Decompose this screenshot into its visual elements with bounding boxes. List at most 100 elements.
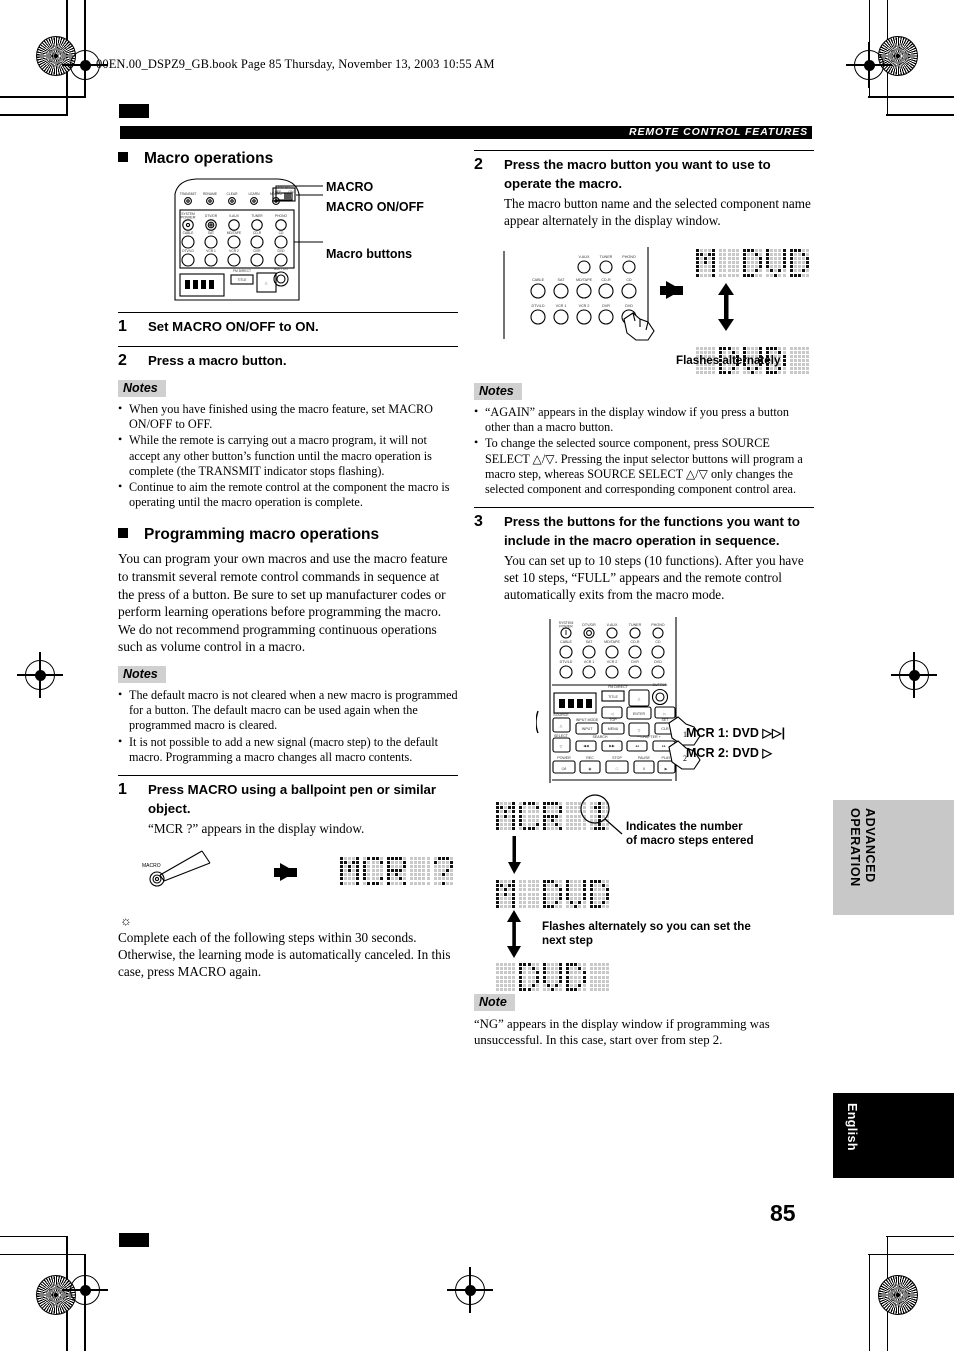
color-bar-top (119, 104, 149, 118)
color-bar-bottom (119, 1233, 149, 1247)
left-column: Macro operations TRANSMIT RENAME CLEAR L… (118, 150, 458, 980)
book-source-line: 00EN.00_DSPZ9_GB.book Page 85 Thursday, … (96, 57, 495, 71)
step-description: “MCR ?” appears in the display window. (148, 821, 365, 836)
step-number: 2 (474, 156, 483, 173)
callout-mcr2: MCR 2: DVD ▷ (686, 746, 773, 761)
svg-text:CABLE: CABLE (532, 278, 545, 282)
svg-text:▸▸: ▸▸ (662, 744, 666, 748)
crop-line-tr-h2 (886, 114, 954, 116)
lcd-char-D (542, 880, 563, 908)
note-paragraph: “NG” appears in the display window if pr… (474, 1017, 770, 1048)
svg-text:DTV/LD: DTV/LD (531, 304, 544, 308)
svg-text:VCR 2: VCR 2 (579, 304, 590, 308)
step-press-macro-pen: 1 Press MACRO using a ballpoint pen or s… (118, 775, 458, 837)
remote-illustration-2: V-AUX TUNER PHONO CABLE SAT MD/TAPE CD-R… (503, 247, 655, 341)
svg-text:DTV/DR: DTV/DR (205, 214, 218, 218)
remote-illustration-1: TRANSMIT RENAME CLEAR LEARN MACRO MACRO … (174, 178, 323, 301)
svg-text:II: II (643, 767, 645, 771)
svg-text:FM DIRECT: FM DIRECT (233, 269, 251, 273)
callout-macro-onoff: MACRO ON/OFF (326, 200, 424, 214)
crop-line-tl-h (0, 96, 86, 98)
remote-illustration-3: SYSTEMPOWER DTV/DR V-AUX TUNER PHONO CAB… (536, 617, 701, 784)
side-tab-advanced-label: ADVANCED OPERATION (848, 808, 877, 887)
lcd-char-V (766, 249, 786, 277)
svg-text:SEARCH: SEARCH (593, 735, 608, 739)
svg-text:CD: CD (626, 278, 632, 282)
crop-line-bl-h (0, 1253, 86, 1255)
lcd-char-V (566, 880, 586, 908)
figure-pen-to-lcd: MACRO (118, 843, 458, 905)
halftone-circle-br (878, 1275, 918, 1315)
svg-text:⏻/I: ⏻/I (562, 767, 567, 771)
double-arrow-vertical-icon (718, 282, 734, 331)
svg-text:CLEAR: CLEAR (227, 192, 239, 196)
lcd-char-R (542, 802, 563, 830)
heading-programming-macro-operations: Programming macro operations (118, 526, 458, 544)
lcd-char-D2 (789, 249, 809, 277)
svg-text:BUTTON: BUTTON (653, 683, 668, 687)
svg-text:DVD: DVD (654, 660, 662, 664)
registration-mark-mid-right (891, 652, 937, 698)
note-item: To change the selected source component,… (474, 435, 814, 497)
svg-text:INPUT: INPUT (582, 727, 594, 731)
svg-text:CD: CD (279, 231, 284, 235)
svg-text:TOP: TOP (609, 718, 617, 722)
tip-paragraph: Complete each of the following steps wit… (118, 930, 451, 979)
registration-mark-mid-left (17, 652, 63, 698)
section-header-label: REMOTE CONTROL FEATURES (629, 126, 808, 138)
svg-text:△: △ (265, 281, 268, 285)
svg-text:ON: ON (289, 190, 295, 194)
notes-list-2: The default macro is not cleared when a … (118, 687, 458, 765)
step-number: 3 (474, 513, 483, 531)
caption-flashes-alternately: Flashes alternately (676, 354, 781, 367)
heading-macro-operations: Macro operations (118, 150, 458, 168)
notes-list-1: When you have finished using the macro f… (118, 401, 458, 510)
right-column: 2 Press the macro button you want to use… (474, 150, 814, 1048)
svg-text:V-AUX: V-AUX (229, 214, 240, 218)
double-arrow-vertical-icon (507, 910, 521, 959)
lcd-char-M (696, 249, 716, 277)
lcd-char-D2 (566, 963, 586, 991)
step-title: Set MACRO ON/OFF to ON. (148, 319, 319, 334)
lcd-char-space (519, 880, 539, 908)
svg-text:TITLE: TITLE (238, 278, 248, 282)
note-item: It is not possible to add a new signal (… (118, 734, 458, 765)
caption-flashes-next-step: Flashes alternately so you can set the n… (542, 920, 751, 947)
svg-text:VCR 1: VCR 1 (584, 660, 595, 664)
page-number: 85 (770, 1200, 796, 1226)
svg-text:DVR: DVR (254, 249, 262, 253)
svg-text:MD/TAPE: MD/TAPE (576, 278, 593, 282)
svg-text:PLAY: PLAY (662, 756, 672, 760)
svg-text:PHONO: PHONO (622, 255, 636, 259)
svg-text:▶▶: ▶▶ (609, 744, 616, 748)
step-press-function-buttons: 3 Press the buttons for the functions yo… (474, 507, 814, 603)
svg-text:PHONO: PHONO (275, 214, 288, 218)
registration-mark-bottom-center (447, 1267, 493, 1313)
step-number: 2 (118, 352, 127, 369)
svg-text:VCR 2: VCR 2 (229, 249, 239, 253)
halftone-circle-tr (878, 36, 918, 76)
svg-text:CLR: CLR (661, 727, 669, 731)
svg-text:DTV/LD: DTV/LD (182, 249, 194, 253)
crop-line-tr-h (868, 96, 954, 98)
svg-text:TUNER: TUNER (251, 214, 263, 218)
svg-text:SELECT: SELECT (554, 734, 569, 738)
side-tab-english: English (833, 1093, 954, 1178)
svg-text:SOURCE: SOURCE (553, 713, 569, 717)
svg-text:PAUSE: PAUSE (638, 756, 651, 760)
notes-list-right: “AGAIN” appears in the display window if… (474, 404, 814, 497)
heading-programming-text: Programming macro operations (144, 526, 380, 544)
svg-text:MD/TAPE: MD/TAPE (227, 231, 242, 235)
svg-text:TUNER: TUNER (600, 255, 613, 259)
svg-text:DVD: DVD (278, 249, 286, 253)
side-tab-advanced-operation: ADVANCED OPERATION (833, 800, 954, 915)
svg-text:◁: ◁ (611, 712, 615, 716)
lcd-char-space2 (589, 963, 609, 991)
step-number: 1 (118, 781, 127, 798)
svg-text:▽: ▽ (638, 729, 642, 733)
svg-text:△: △ (638, 697, 642, 701)
lcd-char-space (496, 963, 516, 991)
arrow-right-icon (660, 281, 683, 299)
lcd-char-space (410, 857, 430, 885)
bullet-square-icon (118, 528, 128, 539)
